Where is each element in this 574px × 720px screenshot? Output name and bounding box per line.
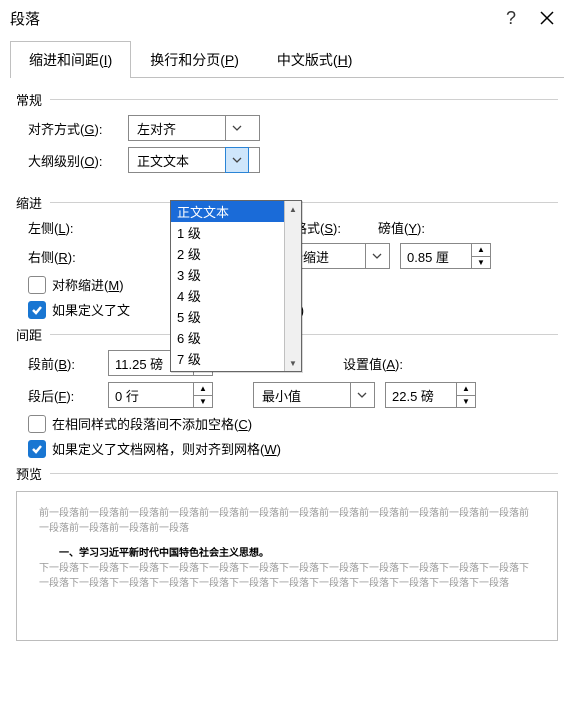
preview-text-after: 下一段落下一段落下一段落下一段落下一段落下一段落下一段落下一段落下一段落下一段落… <box>39 561 535 591</box>
outline-option[interactable]: 6 级 <box>171 327 301 348</box>
outline-option[interactable]: 2 级 <box>171 243 301 264</box>
close-button[interactable] <box>530 11 564 25</box>
outline-option[interactable]: 7 级 <box>171 348 301 369</box>
chevron-down-icon[interactable] <box>365 244 388 268</box>
outline-option[interactable]: 1 级 <box>171 222 301 243</box>
scrollbar[interactable]: ▲ ▼ <box>284 201 301 371</box>
indent-left-label: 左侧(L): <box>28 218 128 237</box>
close-icon <box>540 11 554 25</box>
scroll-track[interactable] <box>285 217 301 355</box>
preview-text-main: 一、学习习近平新时代中国特色社会主义思想。 <box>39 544 535 559</box>
spin-down-icon[interactable]: ▼ <box>472 257 490 269</box>
checkbox-icon <box>28 415 46 433</box>
snap-to-grid-checkbox[interactable]: 如果定义了文档网格，则对齐到网格(W) <box>28 439 281 458</box>
group-preview: 预览 <box>16 464 558 483</box>
preview-panel: 前一段落前一段落前一段落前一段落前一段落前一段落前一段落前一段落前一段落前一段落… <box>16 491 558 641</box>
outline-dropdown-list: 正文文本1 级2 级3 级4 级5 级6 级7 级8 级9 级 ▲ ▼ <box>170 200 302 372</box>
tab-strip: 缩进和间距(I) 换行和分页(P) 中文版式(H) <box>10 40 564 78</box>
chevron-down-icon[interactable] <box>350 383 373 407</box>
scroll-up-icon[interactable]: ▲ <box>285 201 301 217</box>
spin-down-icon[interactable]: ▼ <box>457 396 475 408</box>
space-before-label: 段前(B): <box>28 354 108 373</box>
checkbox-icon <box>28 301 46 319</box>
spin-down-icon[interactable]: ▼ <box>194 396 212 408</box>
help-button[interactable]: ? <box>492 8 530 29</box>
line-spacing-select[interactable]: 最小值 <box>253 382 375 408</box>
alignment-select[interactable]: 左对齐 <box>128 115 260 141</box>
outline-option[interactable]: 3 级 <box>171 264 301 285</box>
outline-option[interactable]: 8 级 <box>171 369 301 371</box>
dialog-title: 段落 <box>10 8 40 29</box>
tab-asian-typography[interactable]: 中文版式(H) <box>258 41 371 78</box>
outline-option[interactable]: 5 级 <box>171 306 301 327</box>
title-bar: 段落 ? <box>0 0 574 36</box>
checkbox-icon <box>28 440 46 458</box>
outline-option[interactable]: 4 级 <box>171 285 301 306</box>
chevron-down-icon[interactable] <box>225 147 249 173</box>
tab-indent-spacing[interactable]: 缩进和间距(I) <box>10 41 131 78</box>
checkbox-icon <box>28 276 46 294</box>
at-value-label: 设置值(A): <box>343 354 403 373</box>
mirror-indents-checkbox[interactable]: 对称缩进(M) <box>28 275 124 294</box>
at-value-spin[interactable]: 22.5 磅 ▲▼ <box>385 382 476 408</box>
spin-up-icon[interactable]: ▲ <box>472 244 490 257</box>
by-value-label: 磅值(Y): <box>378 218 425 237</box>
chevron-down-icon[interactable] <box>225 116 248 140</box>
alignment-label: 对齐方式(G): <box>28 119 128 138</box>
outline-label: 大纲级别(O): <box>28 151 128 170</box>
outline-option[interactable]: 正文文本 <box>171 201 301 222</box>
tab-line-page-breaks[interactable]: 换行和分页(P) <box>131 41 258 78</box>
group-general: 常规 <box>16 90 558 109</box>
space-after-spin[interactable]: 0 行 ▲▼ <box>108 382 213 408</box>
spin-up-icon[interactable]: ▲ <box>194 383 212 396</box>
scroll-down-icon[interactable]: ▼ <box>285 355 301 371</box>
space-after-label: 段后(F): <box>28 386 108 405</box>
preview-text-before: 前一段落前一段落前一段落前一段落前一段落前一段落前一段落前一段落前一段落前一段落… <box>39 506 535 536</box>
indent-right-label: 右侧(R): <box>28 247 128 266</box>
spin-up-icon[interactable]: ▲ <box>457 383 475 396</box>
outline-select[interactable]: 正文文本 <box>128 147 260 173</box>
by-value-spin[interactable]: 0.85 厘 ▲▼ <box>400 243 491 269</box>
no-space-same-style-checkbox[interactable]: 在相同样式的段落间不添加空格(C) <box>28 414 252 433</box>
